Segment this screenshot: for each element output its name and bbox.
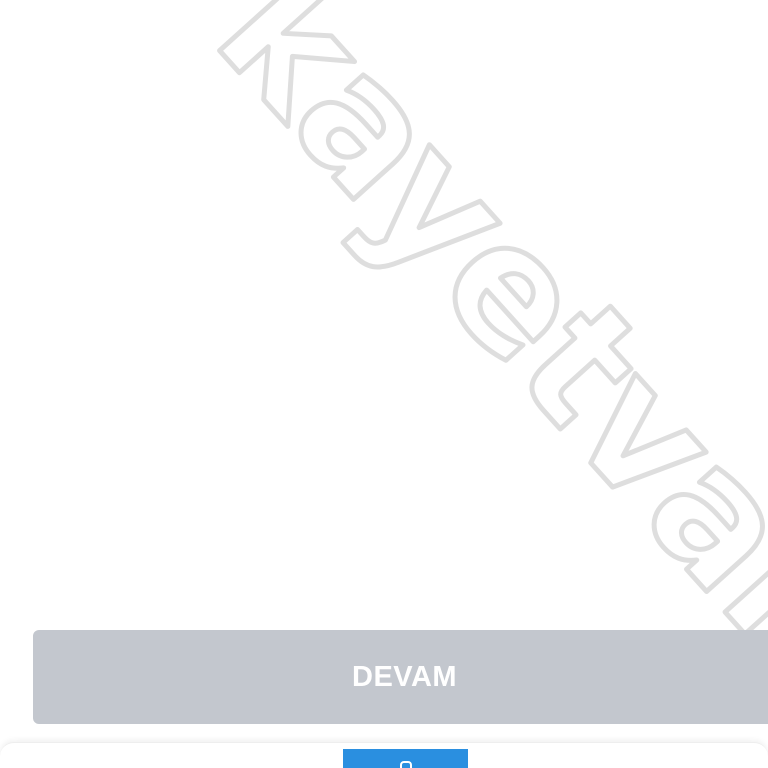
screen: kayetvar DEVAM [0, 0, 768, 768]
continue-button-label: DEVAM [352, 660, 458, 693]
user-icon [399, 761, 412, 768]
watermark-text: kayetvar [180, 0, 768, 691]
bottom-tab-active[interactable] [343, 749, 468, 768]
continue-button[interactable]: DEVAM [33, 630, 768, 724]
